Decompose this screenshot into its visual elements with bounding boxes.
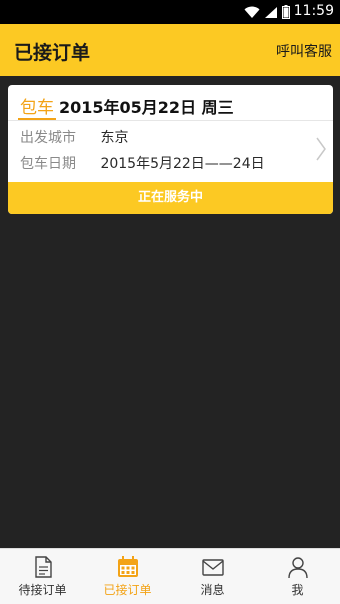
order-date-title: 2015年05月22日 周三	[59, 98, 234, 117]
chevron-right-icon[interactable]	[315, 137, 327, 161]
departure-city-label: 出发城市	[20, 130, 76, 146]
departure-city-row: 出发城市 东京	[20, 127, 128, 147]
document-icon	[34, 556, 52, 578]
card-divider	[8, 120, 333, 121]
bottom-tab-bar: 待接订单 已接订单 消息 我	[0, 548, 340, 604]
wifi-icon	[244, 6, 260, 18]
charter-date-label: 包车日期	[20, 156, 76, 172]
charter-date-row: 包车日期 2015年5月22日——24日	[20, 153, 265, 173]
order-card[interactable]: 包车 2015年05月22日 周三 出发城市 东京 包车日期 2015年5月22…	[8, 85, 333, 214]
tab-label: 待接订单	[18, 583, 67, 597]
signal-icon	[265, 6, 277, 18]
envelope-icon	[201, 559, 224, 576]
status-icons	[244, 5, 290, 19]
tab-label: 我	[291, 583, 304, 597]
page-title: 已接订单	[14, 42, 91, 64]
call-service-button[interactable]: 呼叫客服	[276, 41, 332, 61]
tab-me[interactable]: 我	[255, 549, 340, 604]
status-time: 11:59	[293, 3, 334, 19]
tab-label: 已接订单	[103, 583, 152, 597]
battery-icon	[282, 5, 290, 19]
tab-pending-orders[interactable]: 待接订单	[0, 549, 85, 604]
tab-messages[interactable]: 消息	[170, 549, 255, 604]
tab-label: 消息	[200, 583, 225, 597]
person-icon	[287, 557, 308, 579]
order-type-badge: 包车	[20, 98, 54, 118]
departure-city-value: 东京	[100, 130, 129, 146]
tab-accepted-orders[interactable]: 已接订单	[85, 549, 170, 604]
order-card-header: 包车 2015年05月22日 周三	[8, 85, 333, 120]
app-bar: 已接订单 呼叫客服	[0, 24, 340, 76]
status-bar: 11:59	[0, 0, 340, 24]
calendar-icon	[117, 556, 138, 577]
charter-date-value: 2015年5月22日——24日	[100, 156, 265, 172]
order-status-bar: 正在服务中	[8, 182, 333, 214]
